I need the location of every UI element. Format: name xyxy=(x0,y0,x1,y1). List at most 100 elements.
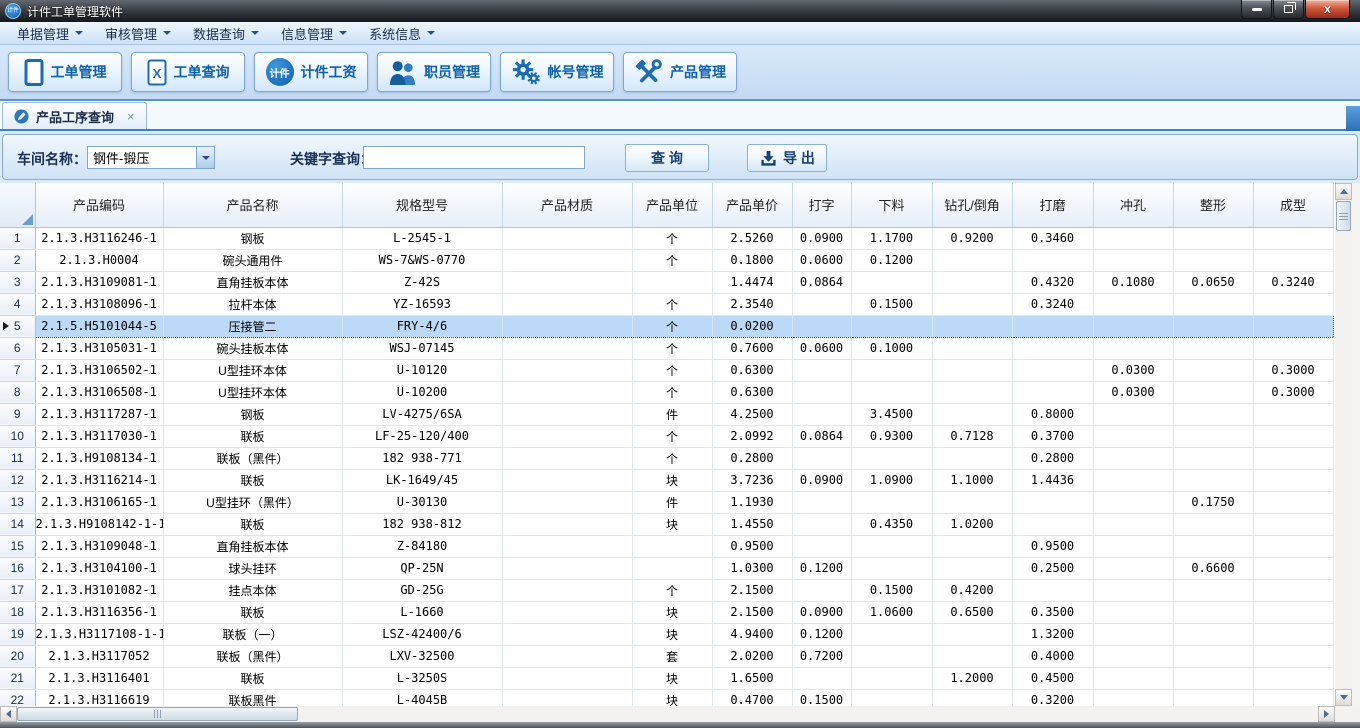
cell-forming[interactable]: 0.3000 xyxy=(1253,359,1333,381)
cell-grinding[interactable]: 0.4320 xyxy=(1012,271,1093,293)
cell-material[interactable] xyxy=(502,557,632,579)
cell-material[interactable] xyxy=(502,227,632,249)
cell-material[interactable] xyxy=(502,645,632,667)
cell-spec-model[interactable]: FRY-4/6 xyxy=(342,315,502,337)
cell-unit-price[interactable]: 0.4700 xyxy=(712,689,792,706)
cell-product-name[interactable]: 联板黑件 xyxy=(163,689,342,706)
cell-stamping[interactable]: 0.1200 xyxy=(792,557,851,579)
cell-spec-model[interactable]: WSJ-07145 xyxy=(342,337,502,359)
cell-forming[interactable]: 0.3240 xyxy=(1253,271,1333,293)
cell-unit-price[interactable]: 2.0200 xyxy=(712,645,792,667)
cell-drill-chamfer[interactable]: 0.4200 xyxy=(932,579,1012,601)
cell-punching[interactable] xyxy=(1093,645,1173,667)
cell-material[interactable] xyxy=(502,403,632,425)
cell-shaping[interactable] xyxy=(1173,667,1253,689)
cell-product-code[interactable]: 2.1.3.H3101082-1 xyxy=(35,579,163,601)
cell-cutting[interactable] xyxy=(851,359,932,381)
cell-unit[interactable]: 个 xyxy=(632,337,712,359)
cell-unit-price[interactable]: 0.7600 xyxy=(712,337,792,359)
cell-grinding[interactable]: 1.4436 xyxy=(1012,469,1093,491)
cell-shaping[interactable] xyxy=(1173,447,1253,469)
cell-material[interactable] xyxy=(502,447,632,469)
cell-drill-chamfer[interactable] xyxy=(932,403,1012,425)
cell-stamping[interactable] xyxy=(792,315,851,337)
cell-cutting[interactable]: 0.1500 xyxy=(851,579,932,601)
cell-shaping[interactable] xyxy=(1173,601,1253,623)
cell-stamping[interactable] xyxy=(792,403,851,425)
cell-punching[interactable] xyxy=(1093,689,1173,706)
cell-spec-model[interactable]: LSZ-42400/6 xyxy=(342,623,502,645)
cell-product-name[interactable]: 碗头挂板本体 xyxy=(163,337,342,359)
cell-unit-price[interactable]: 0.6300 xyxy=(712,381,792,403)
cell-product-code[interactable]: 2.1.5.H5101044-5 xyxy=(35,315,163,337)
cell-product-code[interactable]: 2.1.3.H3116356-1 xyxy=(35,601,163,623)
cell-shaping[interactable] xyxy=(1173,425,1253,447)
cell-stamping[interactable]: 0.1200 xyxy=(792,623,851,645)
table-row[interactable]: 142.1.3.H9108142-1-1联板182 938-812块1.4550… xyxy=(0,513,1333,535)
cell-drill-chamfer[interactable]: 0.9200 xyxy=(932,227,1012,249)
workorder-management-button[interactable]: 工单管理 xyxy=(8,52,122,92)
cell-material[interactable] xyxy=(502,667,632,689)
cell-unit[interactable]: 块 xyxy=(632,601,712,623)
row-number[interactable]: 5 xyxy=(0,315,35,337)
cell-product-code[interactable]: 2.1.3.H3109048-1 xyxy=(35,535,163,557)
cell-forming[interactable] xyxy=(1253,447,1333,469)
cell-product-name[interactable]: 直角挂板本体 xyxy=(163,271,342,293)
cell-drill-chamfer[interactable] xyxy=(932,689,1012,706)
cell-unit[interactable]: 套 xyxy=(632,645,712,667)
cell-forming[interactable] xyxy=(1253,579,1333,601)
cell-product-name[interactable]: 钢板 xyxy=(163,227,342,249)
cell-shaping[interactable] xyxy=(1173,535,1253,557)
cell-material[interactable] xyxy=(502,293,632,315)
cell-drill-chamfer[interactable] xyxy=(932,337,1012,359)
cell-stamping[interactable]: 0.0864 xyxy=(792,271,851,293)
cell-product-name[interactable]: 联板（黑件） xyxy=(163,645,342,667)
column-header-drill-chamfer[interactable]: 钻孔/倒角 xyxy=(932,183,1012,227)
cell-spec-model[interactable]: LF-25-120/400 xyxy=(342,425,502,447)
cell-stamping[interactable] xyxy=(792,293,851,315)
cell-unit[interactable]: 个 xyxy=(632,579,712,601)
cell-unit[interactable]: 个 xyxy=(632,293,712,315)
table-row[interactable]: 82.1.3.H3106508-1U型挂环本体U-10200个0.63000.0… xyxy=(0,381,1333,403)
cell-punching[interactable]: 0.1080 xyxy=(1093,271,1173,293)
cell-cutting[interactable]: 1.1700 xyxy=(851,227,932,249)
cell-spec-model[interactable]: L-2545-1 xyxy=(342,227,502,249)
cell-drill-chamfer[interactable] xyxy=(932,293,1012,315)
table-row[interactable]: 52.1.5.H5101044-5压接管二FRY-4/6个0.0200 xyxy=(0,315,1333,337)
cell-stamping[interactable] xyxy=(792,359,851,381)
row-number[interactable]: 14 xyxy=(0,513,35,535)
row-number[interactable]: 12 xyxy=(0,469,35,491)
row-number[interactable]: 6 xyxy=(0,337,35,359)
column-header-product-name[interactable]: 产品名称 xyxy=(163,183,342,227)
cell-unit[interactable]: 块 xyxy=(632,623,712,645)
cell-grinding[interactable]: 1.3200 xyxy=(1012,623,1093,645)
cell-forming[interactable] xyxy=(1253,337,1333,359)
cell-shaping[interactable] xyxy=(1173,227,1253,249)
table-row[interactable]: 192.1.3.H3117108-1-1联板（一）LSZ-42400/6块4.9… xyxy=(0,623,1333,645)
cell-cutting[interactable] xyxy=(851,623,932,645)
cell-product-code[interactable]: 2.1.3.H9108134-1 xyxy=(35,447,163,469)
row-number[interactable]: 1 xyxy=(0,227,35,249)
table-row[interactable]: 42.1.3.H3108096-1拉杆本体YZ-16593个2.35400.15… xyxy=(0,293,1333,315)
cell-cutting[interactable] xyxy=(851,271,932,293)
cell-product-code[interactable]: 2.1.3.H3116401 xyxy=(35,667,163,689)
column-header-unit-price[interactable]: 产品单价 xyxy=(712,183,792,227)
cell-product-name[interactable]: 拉杆本体 xyxy=(163,293,342,315)
cell-grinding[interactable] xyxy=(1012,381,1093,403)
cell-drill-chamfer[interactable]: 0.7128 xyxy=(932,425,1012,447)
row-number[interactable]: 2 xyxy=(0,249,35,271)
cell-unit-price[interactable]: 1.0300 xyxy=(712,557,792,579)
cell-drill-chamfer[interactable] xyxy=(932,557,1012,579)
cell-unit-price[interactable]: 0.6300 xyxy=(712,359,792,381)
cell-material[interactable] xyxy=(502,535,632,557)
cell-forming[interactable] xyxy=(1253,645,1333,667)
cell-product-code[interactable]: 2.1.3.H3106165-1 xyxy=(35,491,163,513)
cell-material[interactable] xyxy=(502,601,632,623)
menu-item-audit-management[interactable]: 审核管理 xyxy=(94,21,182,46)
minimize-button[interactable] xyxy=(1241,0,1272,19)
cell-shaping[interactable] xyxy=(1173,645,1253,667)
export-button[interactable]: 导 出 xyxy=(747,144,827,172)
cell-grinding[interactable]: 0.2500 xyxy=(1012,557,1093,579)
row-number[interactable]: 8 xyxy=(0,381,35,403)
row-number[interactable]: 4 xyxy=(0,293,35,315)
